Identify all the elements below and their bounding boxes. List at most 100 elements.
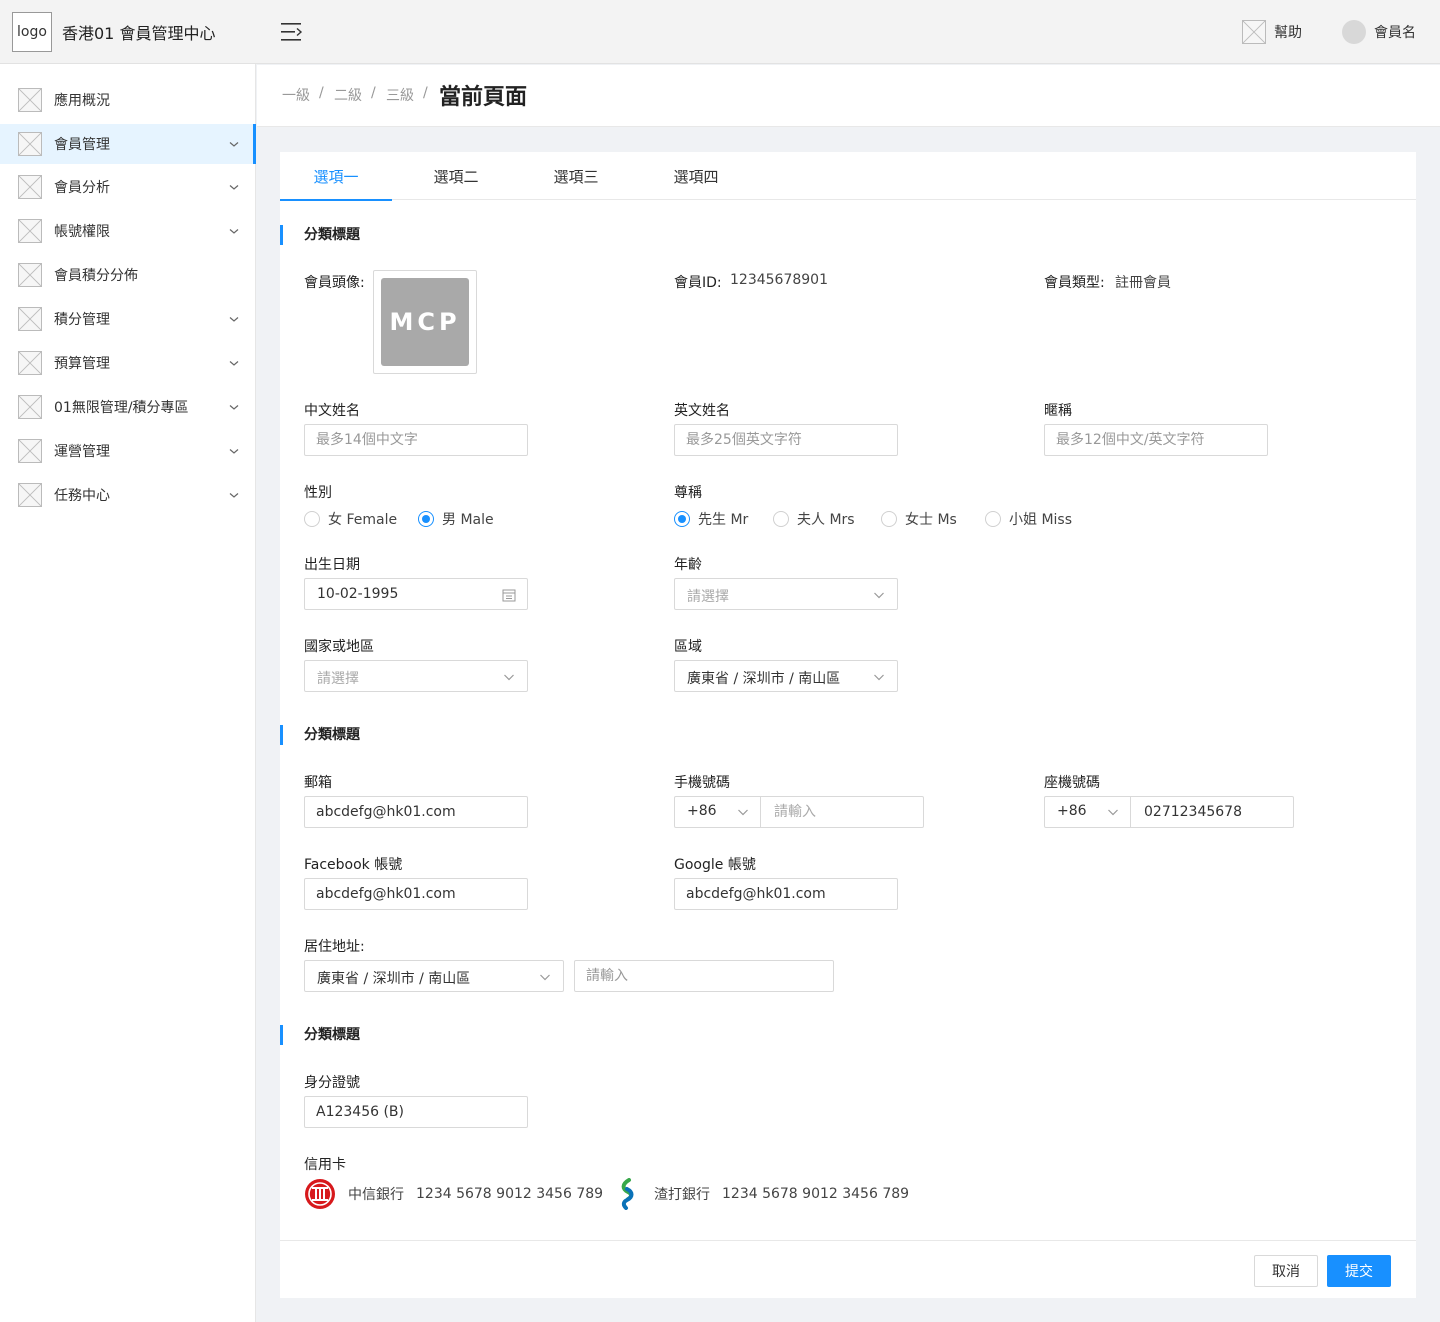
- breadcrumb-level-1[interactable]: 一級: [282, 85, 310, 105]
- menu-item-icon: [18, 175, 42, 199]
- menu-item-icon: [18, 395, 42, 419]
- landline-country-code-select[interactable]: +86: [1045, 797, 1131, 827]
- address-region-cascader[interactable]: 廣東省 / 深圳市 / 南山區: [304, 960, 564, 992]
- chevron-down-icon: [228, 357, 240, 369]
- user-avatar: [1342, 20, 1366, 44]
- avatar-upload[interactable]: MCP: [373, 270, 477, 374]
- menu-item-icon: [18, 263, 42, 287]
- radio-label: 夫人 Mrs: [797, 512, 855, 528]
- dob-date-picker[interactable]: 10-02-1995: [304, 578, 528, 610]
- chevron-down-icon: [228, 181, 240, 193]
- user-name: 會員名: [1374, 25, 1416, 41]
- mobile-label: 手機號碼: [674, 775, 730, 791]
- sidebar: 應用概況會員管理會員分析帳號權限 會員積分分佈 積分管理預算管理 01無限管理/積分專…: [0, 64, 256, 1322]
- salutation-radio-mrs[interactable]: 夫人 Mrs: [773, 509, 855, 529]
- user-menu[interactable]: 會員名: [1342, 20, 1416, 44]
- help-icon: [1242, 20, 1266, 44]
- mobile-country-code-select[interactable]: +86: [675, 797, 761, 827]
- breadcrumb-level-3[interactable]: 三級: [386, 85, 414, 105]
- radio-circle: [674, 511, 690, 527]
- tab-bar: 選項一 選項二 選項三 選項四: [280, 152, 1416, 201]
- gender-radio-female[interactable]: 女 Female: [304, 509, 397, 529]
- sidebar-item[interactable]: 任務中心: [0, 475, 256, 515]
- radio-circle: [773, 511, 789, 527]
- email-label: 郵箱: [304, 775, 332, 791]
- page-title: 當前頁面: [439, 85, 528, 110]
- chinese-name-input[interactable]: [304, 424, 528, 456]
- region-cascader[interactable]: 廣東省 / 深圳市 / 南山區: [674, 660, 898, 692]
- radio-label: 先生 Mr: [698, 512, 749, 528]
- cancel-button[interactable]: 取消: [1254, 1255, 1318, 1287]
- chevron-down-icon: [503, 671, 515, 683]
- gender-radio-male[interactable]: 男 Male: [418, 509, 494, 529]
- facebook-label: Facebook 帳號: [304, 857, 403, 873]
- landline-number-input[interactable]: [1132, 797, 1292, 827]
- english-name-label: 英文姓名: [674, 403, 730, 419]
- salutation-radio-mr[interactable]: 先生 Mr: [674, 509, 748, 529]
- salutation-radio-miss[interactable]: 小姐 Miss: [985, 509, 1072, 529]
- submit-button[interactable]: 提交: [1327, 1255, 1391, 1287]
- card-number: 1234 5678 9012 3456 789: [416, 1186, 604, 1202]
- member-avatar: MCP: [381, 278, 469, 366]
- bank-name: 渣打銀行: [654, 1187, 710, 1203]
- sidebar-item[interactable]: 應用概況: [0, 80, 256, 120]
- country-select[interactable]: 請選擇: [304, 660, 528, 692]
- menu-item-icon: [18, 88, 42, 112]
- tab-option-2[interactable]: 選項二: [400, 152, 512, 200]
- menu-collapse-icon[interactable]: [280, 22, 304, 42]
- sidebar-item[interactable]: 會員積分分佈: [0, 255, 256, 295]
- id-number-label: 身分證號: [304, 1075, 360, 1091]
- menu-item-icon: [18, 132, 42, 156]
- sidebar-item-label: 會員分析: [54, 180, 110, 196]
- tab-option-1[interactable]: 選項一: [280, 152, 392, 201]
- chevron-down-icon: [228, 401, 240, 413]
- sidebar-item[interactable]: 積分管理: [0, 299, 256, 339]
- tab-option-4[interactable]: 選項四: [640, 152, 752, 200]
- facebook-input[interactable]: [304, 878, 528, 910]
- age-select[interactable]: 請選擇: [674, 578, 898, 610]
- email-input[interactable]: [304, 796, 528, 828]
- sidebar-item[interactable]: 會員分析: [0, 167, 256, 207]
- dob-label: 出生日期: [304, 557, 360, 573]
- radio-label: 女士 Ms: [905, 512, 957, 528]
- sidebar-item[interactable]: 會員管理: [0, 124, 256, 164]
- sidebar-item[interactable]: 帳號權限: [0, 211, 256, 251]
- credit-card-item: 中信銀行 1234 5678 9012 3456 789: [304, 1178, 603, 1210]
- app-title: 香港01 會員管理中心: [62, 24, 216, 43]
- breadcrumb-separator: /: [371, 85, 376, 101]
- help-link[interactable]: 幫助: [1242, 20, 1302, 44]
- sidebar-item[interactable]: 預算管理: [0, 343, 256, 383]
- chevron-down-icon: [873, 589, 885, 601]
- citic-bank-logo: [304, 1178, 336, 1210]
- sidebar-item-label: 01無限管理/積分專區: [54, 400, 189, 416]
- sidebar-item-label: 任務中心: [54, 488, 110, 504]
- section-title: 分類標題: [280, 1025, 360, 1045]
- form-card: 選項一 選項二 選項三 選項四 分類標題 會員頭像: MCP 會員ID: 123…: [280, 152, 1416, 1298]
- sidebar-item[interactable]: 01無限管理/積分專區: [0, 387, 256, 427]
- chinese-name-label: 中文姓名: [304, 403, 360, 419]
- nickname-label: 暱稱: [1044, 403, 1072, 419]
- sidebar-item-label: 預算管理: [54, 356, 110, 372]
- region-value: 廣東省 / 深圳市 / 南山區: [687, 671, 841, 687]
- standard-chartered-logo: [614, 1178, 642, 1210]
- sidebar-item[interactable]: 運營管理: [0, 431, 256, 471]
- section-title: 分類標題: [280, 725, 360, 745]
- logo[interactable]: logo: [12, 12, 52, 52]
- salutation-radio-ms[interactable]: 女士 Ms: [881, 509, 957, 529]
- mobile-input-group: +86: [674, 796, 924, 828]
- id-number-input[interactable]: [304, 1096, 528, 1128]
- mobile-number-input[interactable]: [762, 797, 922, 827]
- age-placeholder: 請選擇: [687, 589, 729, 605]
- address-region-value: 廣東省 / 深圳市 / 南山區: [317, 971, 471, 987]
- google-input[interactable]: [674, 878, 898, 910]
- landline-label: 座機號碼: [1044, 775, 1100, 791]
- nickname-input[interactable]: [1044, 424, 1268, 456]
- avatar-label: 會員頭像:: [304, 275, 365, 291]
- address-detail-input[interactable]: [574, 960, 834, 992]
- breadcrumb-level-2[interactable]: 二級: [334, 85, 362, 105]
- english-name-input[interactable]: [674, 424, 898, 456]
- country-placeholder: 請選擇: [317, 671, 359, 687]
- breadcrumb-separator: /: [423, 85, 428, 101]
- sidebar-item-label: 應用概況: [54, 93, 110, 109]
- tab-option-3[interactable]: 選項三: [520, 152, 632, 200]
